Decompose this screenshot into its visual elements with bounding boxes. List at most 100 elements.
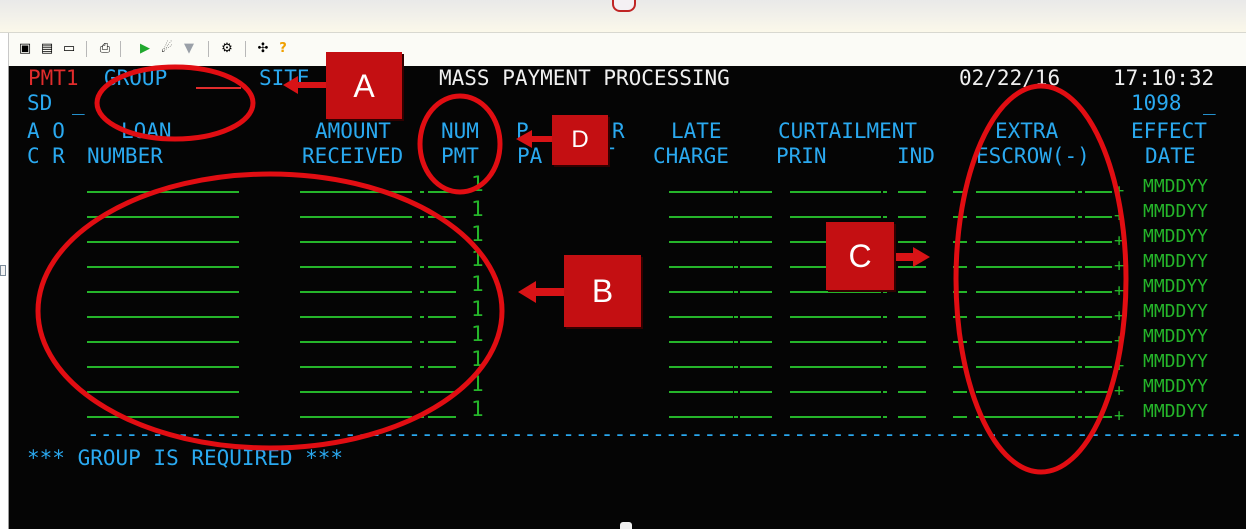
curtailment-indicator-field[interactable] [898, 291, 926, 293]
amount-cents-field[interactable] [428, 216, 456, 218]
num-payment-value[interactable]: 1 [471, 272, 484, 296]
extra-decimal-field[interactable] [1078, 266, 1082, 268]
extra-prefix-field[interactable] [953, 391, 967, 393]
effect-date-field[interactable]: MMDDYY [1143, 300, 1208, 324]
extra-escrow-field[interactable] [976, 341, 1075, 343]
curtailment-decimal-field[interactable] [883, 416, 887, 418]
form-cursor[interactable]: _ [1203, 91, 1216, 115]
group-input[interactable] [196, 87, 241, 89]
curtailment-principal-field[interactable] [790, 416, 881, 418]
extra-cents-field[interactable] [1085, 241, 1112, 243]
curtailment-indicator-field[interactable] [898, 416, 926, 418]
amount-decimal-field[interactable] [420, 316, 424, 318]
amount-decimal-field[interactable] [420, 416, 424, 418]
late-decimal-field[interactable] [734, 391, 738, 393]
num-payment-value[interactable]: 1 [471, 347, 484, 371]
screen-icon[interactable]: ▭ [61, 41, 77, 57]
curtailment-indicator-field[interactable] [898, 316, 926, 318]
amount-cents-field[interactable] [428, 241, 456, 243]
extra-cents-field[interactable] [1085, 316, 1112, 318]
amount-cents-field[interactable] [428, 316, 456, 318]
amount-received-field[interactable] [300, 291, 412, 293]
amount-decimal-field[interactable] [420, 266, 424, 268]
loan-number-field[interactable] [87, 216, 239, 218]
late-decimal-field[interactable] [734, 316, 738, 318]
amount-cents-field[interactable] [428, 416, 456, 418]
amount-cents-field[interactable] [428, 391, 456, 393]
effect-date-field[interactable]: MMDDYY [1143, 275, 1208, 299]
extra-escrow-field[interactable] [976, 266, 1075, 268]
effect-date-field[interactable]: MMDDYY [1143, 350, 1208, 374]
late-charge-field[interactable] [669, 266, 733, 268]
tools-icon[interactable]: ⚙ [219, 41, 235, 57]
extra-escrow-field[interactable] [976, 291, 1075, 293]
effect-date-field[interactable]: MMDDYY [1143, 200, 1208, 224]
extra-escrow-field[interactable] [976, 416, 1075, 418]
amount-received-field[interactable] [300, 366, 412, 368]
extra-prefix-field[interactable] [953, 241, 967, 243]
late-cents-field[interactable] [740, 316, 772, 318]
amount-received-field[interactable] [300, 391, 412, 393]
curtailment-decimal-field[interactable] [883, 291, 887, 293]
num-payment-value[interactable]: 1 [471, 322, 484, 346]
curtailment-indicator-field[interactable] [898, 341, 926, 343]
extra-cents-field[interactable] [1085, 291, 1112, 293]
amount-received-field[interactable] [300, 216, 412, 218]
curtailment-principal-field[interactable] [790, 316, 881, 318]
late-cents-field[interactable] [740, 216, 772, 218]
extra-escrow-field[interactable] [976, 241, 1075, 243]
late-charge-field[interactable] [669, 341, 733, 343]
loan-number-field[interactable] [87, 391, 239, 393]
extra-cents-field[interactable] [1085, 216, 1112, 218]
extra-cents-field[interactable] [1085, 341, 1112, 343]
dropdown-icon[interactable]: ▼ [181, 41, 197, 57]
extra-cents-field[interactable] [1085, 416, 1112, 418]
amount-decimal-field[interactable] [420, 366, 424, 368]
num-payment-value[interactable]: 1 [471, 372, 484, 396]
extra-escrow-field[interactable] [976, 216, 1075, 218]
amount-decimal-field[interactable] [420, 341, 424, 343]
effect-date-field[interactable]: MMDDYY [1143, 250, 1208, 274]
late-decimal-field[interactable] [734, 291, 738, 293]
curtailment-principal-field[interactable] [790, 391, 881, 393]
extra-decimal-field[interactable] [1078, 191, 1082, 193]
num-payment-value[interactable]: 1 [471, 397, 484, 421]
amount-received-field[interactable] [300, 341, 412, 343]
amount-received-field[interactable] [300, 241, 412, 243]
amount-cents-field[interactable] [428, 291, 456, 293]
amount-cents-field[interactable] [428, 366, 456, 368]
late-decimal-field[interactable] [734, 366, 738, 368]
late-decimal-field[interactable] [734, 266, 738, 268]
curtailment-indicator-field[interactable] [898, 366, 926, 368]
sd-cursor[interactable]: _ [72, 91, 85, 115]
loan-number-field[interactable] [87, 241, 239, 243]
curtailment-principal-field[interactable] [790, 341, 881, 343]
late-charge-field[interactable] [669, 191, 733, 193]
amount-cents-field[interactable] [428, 191, 456, 193]
late-charge-field[interactable] [669, 291, 733, 293]
amount-received-field[interactable] [300, 191, 412, 193]
extra-prefix-field[interactable] [953, 366, 967, 368]
late-charge-field[interactable] [669, 241, 733, 243]
late-cents-field[interactable] [740, 341, 772, 343]
print-icon[interactable]: ⎙ [97, 41, 113, 57]
loan-number-field[interactable] [87, 266, 239, 268]
extra-prefix-field[interactable] [953, 266, 967, 268]
extra-cents-field[interactable] [1085, 366, 1112, 368]
effect-date-field[interactable]: MMDDYY [1143, 375, 1208, 399]
extra-cents-field[interactable] [1085, 391, 1112, 393]
effect-date-field[interactable]: MMDDYY [1143, 175, 1208, 199]
late-charge-field[interactable] [669, 216, 733, 218]
late-cents-field[interactable] [740, 241, 772, 243]
copy-icon[interactable]: ▣ [17, 41, 33, 57]
curtailment-principal-field[interactable] [790, 216, 881, 218]
loan-number-field[interactable] [87, 366, 239, 368]
late-charge-field[interactable] [669, 316, 733, 318]
extra-decimal-field[interactable] [1078, 241, 1082, 243]
amount-cents-field[interactable] [428, 266, 456, 268]
paste-icon[interactable]: ▤ [39, 41, 55, 57]
late-decimal-field[interactable] [734, 416, 738, 418]
extra-decimal-field[interactable] [1078, 416, 1082, 418]
extra-cents-field[interactable] [1085, 266, 1112, 268]
num-payment-value[interactable]: 1 [471, 172, 484, 196]
